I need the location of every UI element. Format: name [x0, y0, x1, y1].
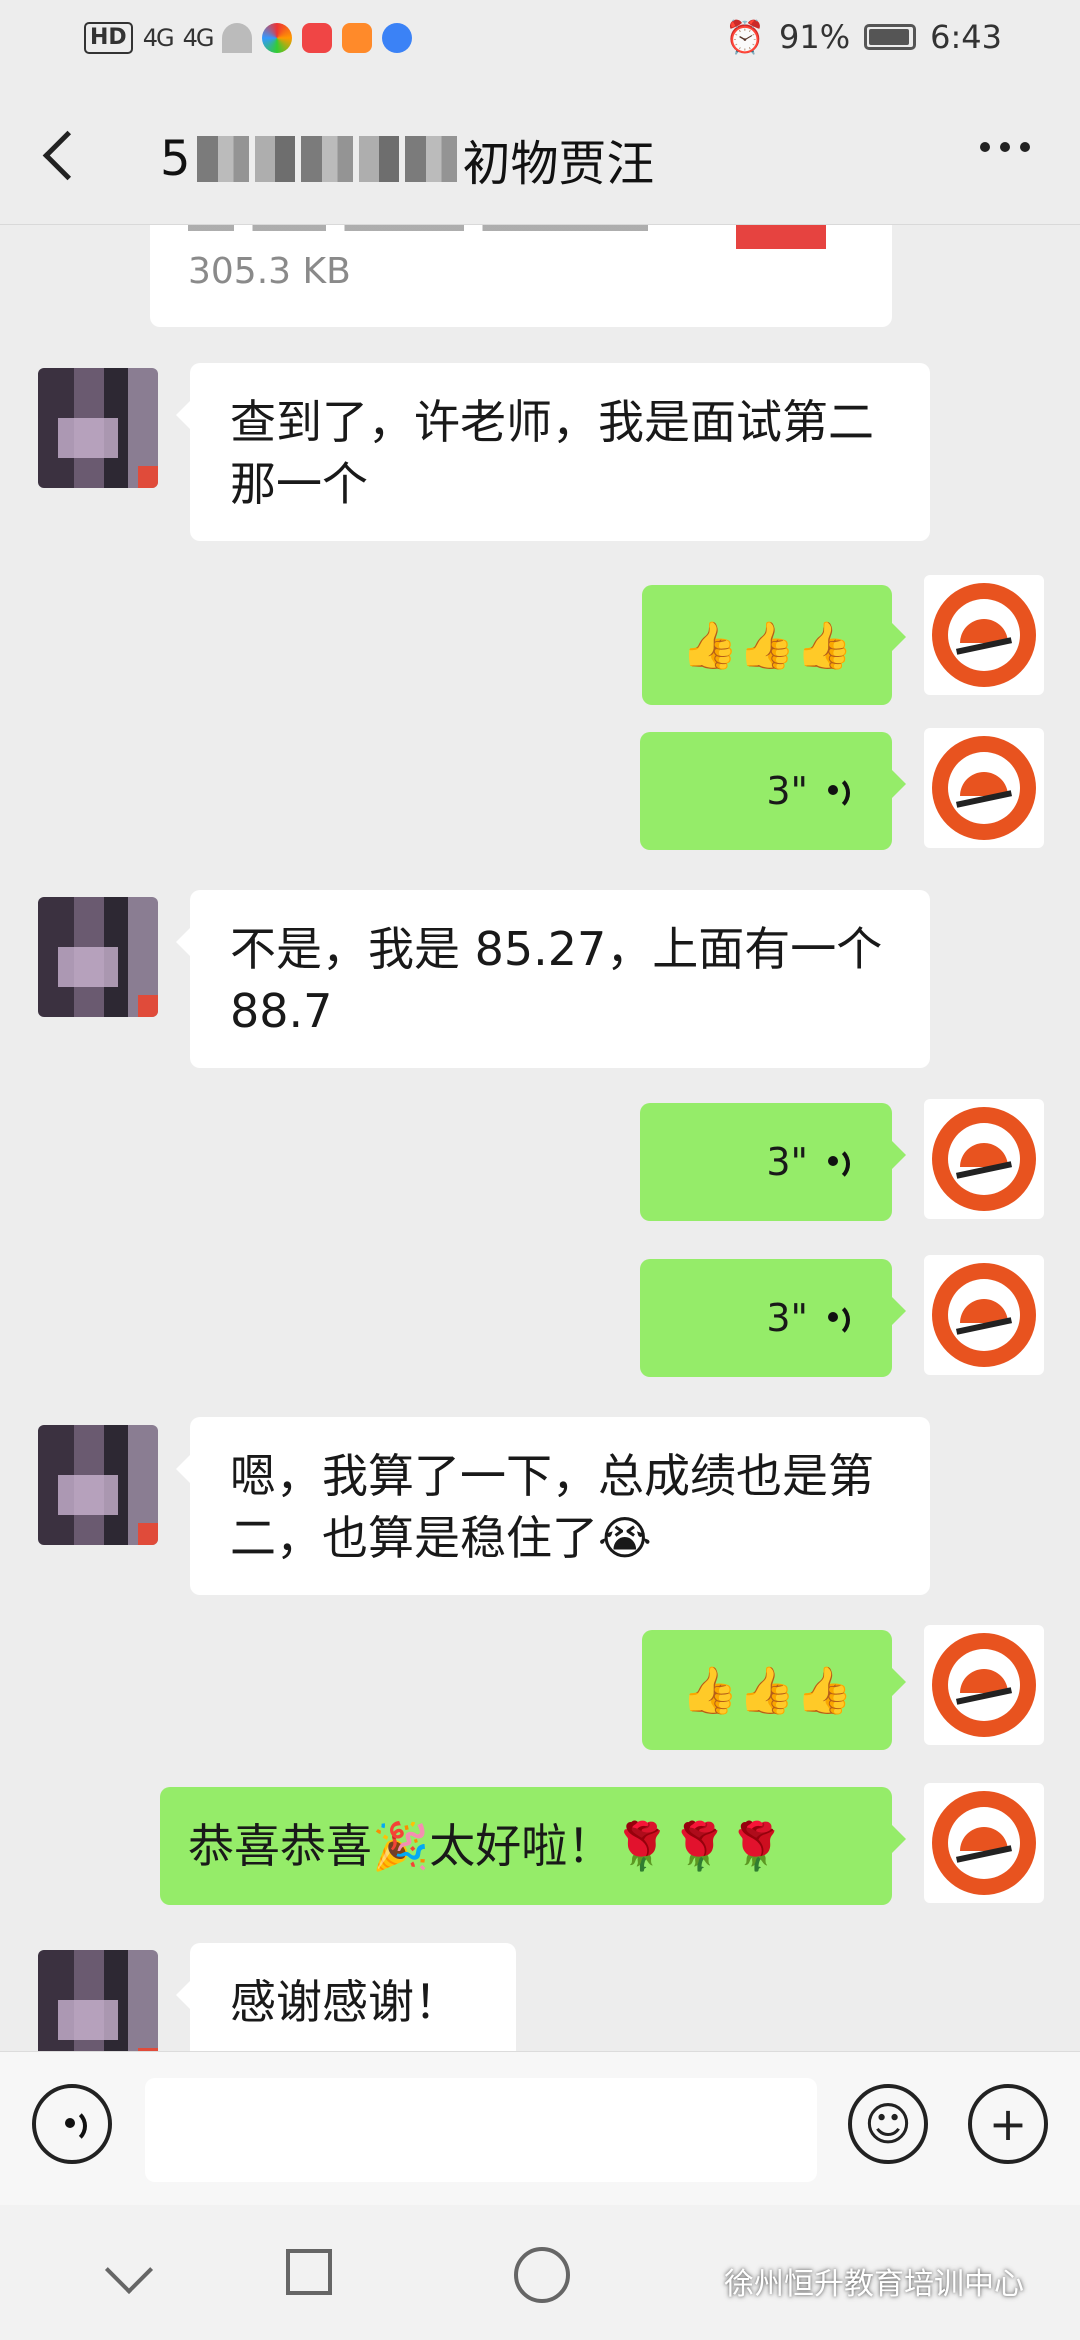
message-bubble-right[interactable]: 👍👍👍 — [642, 585, 906, 705]
avatar[interactable] — [924, 1625, 1044, 1745]
redacted-block — [300, 136, 353, 182]
redacted-block — [254, 136, 295, 182]
title-visible: 初物贾汪 — [462, 136, 655, 192]
chat-title: 5 初物贾汪 — [160, 124, 655, 194]
file-type-icon — [736, 225, 826, 249]
message-list[interactable]: 305.3 KB 查到了，许老师，我是面试第二那一个 👍👍👍 3" 不是，我是 … — [0, 225, 1080, 2051]
avatar[interactable] — [924, 728, 1044, 848]
message-input[interactable] — [145, 2078, 817, 2182]
logo-icon — [932, 1107, 1036, 1211]
message-text: 嗯，我算了一下，总成绩也是第二，也算是稳住了😭 — [230, 1449, 874, 1565]
voice-wave-icon — [818, 1142, 852, 1182]
message-bubble-left[interactable]: 嗯，我算了一下，总成绩也是第二，也算是稳住了😭 — [176, 1417, 930, 1595]
nav-recents-icon[interactable] — [286, 2249, 332, 2295]
app-icon-blue — [382, 23, 413, 53]
voice-message[interactable]: 3" — [640, 1259, 906, 1377]
more-button[interactable] — [980, 142, 1030, 152]
logo-icon — [932, 736, 1036, 840]
signal-icon: 4G — [142, 24, 175, 52]
voice-message[interactable]: 3" — [640, 732, 906, 850]
message-text: 👍👍👍 — [681, 1663, 853, 1717]
app-icon-colorful — [262, 23, 293, 53]
message-text: 查到了，许老师，我是面试第二那一个 — [230, 395, 874, 511]
voice-duration: 3" — [766, 1296, 808, 1340]
voice-content: 3" — [640, 732, 892, 850]
voice-input-button[interactable] — [32, 2084, 112, 2164]
logo-icon — [932, 583, 1036, 687]
watermark: 徐州恒升教育培训中心 — [724, 2267, 1024, 2302]
redacted-block — [358, 136, 399, 182]
battery-icon — [864, 24, 917, 50]
status-left: HD 4G 4G — [84, 22, 413, 54]
hd-badge: HD — [84, 22, 133, 54]
nav-home-icon[interactable] — [500, 2233, 580, 2313]
app-icon-orange — [342, 23, 373, 53]
wifi-icon — [222, 23, 253, 53]
message-bubble-left[interactable]: 感谢感谢！ — [176, 1943, 516, 2051]
input-bar: ☺ + — [0, 2051, 1080, 2205]
emoji-button[interactable]: ☺ — [848, 2084, 928, 2164]
voice-wave-icon — [818, 1298, 852, 1338]
voice-icon — [55, 2104, 89, 2144]
message-bubble-right[interactable]: 恭喜恭喜🎉太好啦！🌹🌹🌹 — [160, 1787, 906, 1905]
file-name-cut — [188, 225, 648, 231]
message-text: 👍👍👍 — [681, 618, 853, 672]
status-bar: HD 4G 4G ⏰ 91% 6:43 — [0, 0, 1080, 80]
battery-percent: 91% — [779, 18, 851, 56]
avatar[interactable] — [38, 1425, 158, 1545]
clock: 6:43 — [930, 18, 1002, 56]
nav-back-icon[interactable] — [104, 2245, 154, 2295]
logo-icon — [932, 1791, 1036, 1895]
voice-content: 3" — [640, 1103, 892, 1221]
voice-message[interactable]: 3" — [640, 1103, 906, 1221]
file-size: 305.3 KB — [188, 251, 351, 292]
avatar[interactable] — [924, 575, 1044, 695]
avatar[interactable] — [924, 1255, 1044, 1375]
alarm-icon: ⏰ — [725, 18, 766, 56]
avatar[interactable] — [38, 897, 158, 1017]
avatar[interactable] — [38, 1950, 158, 2051]
status-right: ⏰ 91% 6:43 — [725, 18, 1002, 56]
voice-duration: 3" — [766, 1140, 808, 1184]
message-text: 恭喜恭喜🎉太好啦！🌹🌹🌹 — [188, 1819, 786, 1873]
message-bubble-right[interactable]: 👍👍👍 — [642, 1630, 906, 1750]
app-icon-red — [302, 23, 333, 53]
avatar[interactable] — [924, 1099, 1044, 1219]
logo-icon — [932, 1263, 1036, 1367]
voice-duration: 3" — [766, 769, 808, 813]
chat-header: 5 初物贾汪 — [0, 80, 1080, 225]
more-actions-button[interactable]: + — [968, 2084, 1048, 2164]
redacted-block — [404, 136, 457, 182]
voice-content: 3" — [640, 1259, 892, 1377]
message-text: 感谢感谢！ — [230, 1975, 460, 2029]
redacted-block — [196, 136, 249, 182]
message-bubble-left[interactable]: 查到了，许老师，我是面试第二那一个 — [176, 363, 930, 541]
title-prefix: 5 — [160, 131, 191, 187]
avatar[interactable] — [38, 368, 158, 488]
back-button[interactable] — [36, 120, 96, 190]
avatar[interactable] — [924, 1783, 1044, 1903]
message-text: 不是，我是 85.27，上面有一个 88.7 — [230, 922, 883, 1038]
voice-wave-icon — [818, 771, 852, 811]
signal-icon-2: 4G — [182, 24, 215, 52]
logo-icon — [932, 1633, 1036, 1737]
message-bubble-left[interactable]: 不是，我是 85.27，上面有一个 88.7 — [176, 890, 930, 1068]
system-nav-bar: 徐州恒升教育培训中心 — [0, 2205, 1080, 2340]
file-message[interactable]: 305.3 KB — [150, 225, 892, 327]
